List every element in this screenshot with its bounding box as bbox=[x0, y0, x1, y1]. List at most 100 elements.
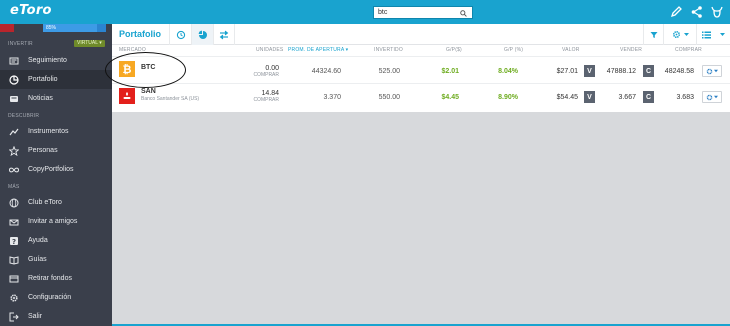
col-header-sell[interactable]: VENDER bbox=[620, 47, 642, 53]
sidebar-item-instrumentos[interactable]: Instrumentos bbox=[0, 122, 112, 141]
invite-icon bbox=[9, 217, 19, 227]
tab-history[interactable] bbox=[169, 24, 191, 45]
trend-icon bbox=[9, 127, 19, 137]
bull-icon[interactable] bbox=[710, 5, 724, 19]
search-icon[interactable] bbox=[460, 10, 467, 17]
infinity-icon bbox=[9, 165, 19, 175]
view-list-dropdown[interactable] bbox=[696, 24, 730, 45]
table-row[interactable]: ₿ BTC 0.00 COMPRAR 44324.60 525.00 $2.01… bbox=[112, 56, 730, 83]
asset-full-name: Banco Santander SA (US) bbox=[141, 96, 200, 102]
buy-price[interactable]: 48248.58 bbox=[665, 68, 694, 75]
invested-value: 550.00 bbox=[378, 94, 400, 101]
section-invest: INVERTIR bbox=[8, 41, 33, 47]
current-value: $54.45 bbox=[556, 94, 578, 101]
annotation-ellipse bbox=[105, 52, 186, 88]
progress-text: 85% bbox=[46, 25, 57, 31]
sidebar-item-noticias[interactable]: Noticias bbox=[0, 89, 112, 108]
sidebar-item-seguimiento[interactable]: Seguimiento bbox=[0, 51, 112, 70]
table-row[interactable]: SAN Banco Santander SA (US) 14.84 COMPRA… bbox=[112, 83, 730, 110]
units-sub: COMPRAR bbox=[253, 97, 279, 103]
col-header-invested[interactable]: INVERTIDO bbox=[374, 47, 403, 53]
sell-button[interactable]: V bbox=[584, 91, 595, 103]
col-header-buy[interactable]: COMPRAR bbox=[675, 47, 702, 53]
col-header-pl-pct[interactable]: G/P (%) bbox=[504, 47, 523, 53]
top-bar: eToro btc bbox=[0, 0, 730, 24]
share-icon[interactable] bbox=[690, 5, 704, 19]
pl-value: $4.45 bbox=[441, 94, 459, 101]
wallet-icon bbox=[9, 274, 19, 284]
sidebar-item-retirar-fondos[interactable]: Retirar fondos bbox=[0, 269, 112, 288]
edit-pencil-icon[interactable] bbox=[669, 5, 683, 19]
asset-symbol[interactable]: SAN bbox=[141, 88, 156, 95]
current-value: $27.01 bbox=[556, 68, 578, 75]
chevron-down-icon bbox=[683, 33, 689, 36]
sidebar-item-copyportfolios[interactable]: CopyPortfolios bbox=[0, 160, 112, 179]
logout-icon bbox=[9, 312, 19, 322]
row-settings-button[interactable] bbox=[702, 65, 722, 77]
sidebar-item-label: Configuración bbox=[28, 294, 72, 301]
section-discover: DESCUBRIR bbox=[8, 113, 40, 119]
sidebar-item-guias[interactable]: Guías bbox=[0, 250, 112, 269]
sidebar-item-configuracion[interactable]: Configuración bbox=[0, 288, 112, 307]
sidebar-item-label: Instrumentos bbox=[28, 128, 69, 135]
svg-text:?: ? bbox=[12, 238, 16, 246]
etoro-logo[interactable]: eToro bbox=[10, 3, 52, 18]
avatar[interactable] bbox=[0, 24, 14, 32]
section-more: MÁS bbox=[8, 184, 20, 190]
virtual-mode-dropdown[interactable]: VIRTUAL ▾ bbox=[74, 40, 105, 47]
help-icon: ? bbox=[9, 236, 19, 246]
sell-price[interactable]: 3.667 bbox=[618, 94, 636, 101]
globe-icon bbox=[9, 198, 19, 208]
pie-chart-icon bbox=[198, 30, 207, 39]
star-icon bbox=[9, 145, 19, 156]
newspaper-icon bbox=[9, 56, 19, 66]
pl-value: $2.01 bbox=[441, 68, 459, 75]
sidebar-item-label: Retirar fondos bbox=[28, 275, 72, 282]
sidebar-item-label: Guías bbox=[28, 256, 47, 263]
buy-button[interactable]: C bbox=[643, 91, 654, 103]
col-header-units[interactable]: UNIDADES bbox=[256, 47, 283, 53]
sidebar-item-label: Seguimiento bbox=[28, 57, 67, 64]
search-input[interactable]: btc bbox=[373, 6, 473, 19]
row-settings-button[interactable] bbox=[702, 91, 722, 103]
sidebar-item-label: Salir bbox=[28, 313, 43, 320]
history-icon bbox=[176, 30, 185, 39]
sell-price[interactable]: 47888.12 bbox=[607, 68, 636, 75]
tab-transfers[interactable] bbox=[213, 24, 235, 45]
sell-button[interactable]: V bbox=[584, 65, 595, 77]
chevron-down-icon bbox=[714, 95, 718, 99]
units-value: 14.84 bbox=[261, 90, 279, 97]
sidebar-item-ayuda[interactable]: ? Ayuda bbox=[0, 231, 112, 250]
chevron-down-icon bbox=[714, 69, 718, 73]
gear-icon bbox=[9, 293, 19, 303]
page-title: Portafolio bbox=[119, 29, 161, 39]
tab-pie-chart[interactable] bbox=[191, 24, 213, 45]
account-progress-bar: 85% bbox=[43, 24, 106, 32]
open-rate-value: 3.370 bbox=[323, 94, 341, 101]
sidebar-item-personas[interactable]: Personas bbox=[0, 141, 112, 160]
sidebar-item-salir[interactable]: Salir bbox=[0, 307, 112, 326]
book-icon bbox=[9, 255, 19, 265]
sidebar-item-label: Invitar a amigos bbox=[28, 218, 78, 225]
open-rate-value: 44324.60 bbox=[311, 68, 341, 75]
chevron-down-icon bbox=[720, 33, 725, 36]
col-header-open-rate[interactable]: PROM. DE APERTURA ▾ bbox=[288, 47, 348, 53]
news-icon bbox=[9, 94, 19, 104]
settings-dropdown[interactable] bbox=[663, 24, 696, 45]
filter-button[interactable] bbox=[643, 24, 663, 45]
buy-price[interactable]: 3.683 bbox=[676, 94, 694, 101]
col-header-value[interactable]: VALOR bbox=[562, 47, 580, 53]
sidebar-item-portafolio[interactable]: Portafolio bbox=[0, 70, 112, 89]
sidebar-item-label: CopyPortfolios bbox=[28, 166, 74, 173]
sidebar-item-club-etoro[interactable]: Club eToro bbox=[0, 193, 112, 212]
pl-pct-value: 8.90% bbox=[498, 94, 518, 101]
sidebar-item-label: Noticias bbox=[28, 95, 53, 102]
filter-icon bbox=[650, 31, 657, 38]
sidebar-item-invitar[interactable]: Invitar a amigos bbox=[0, 212, 112, 231]
gear-icon bbox=[706, 94, 713, 100]
sidebar: 85% INVERTIR VIRTUAL ▾ Seguimiento Porta… bbox=[0, 24, 112, 326]
col-header-pl[interactable]: G/P($) bbox=[446, 47, 462, 53]
sidebar-item-label: Portafolio bbox=[28, 76, 58, 83]
buy-button[interactable]: C bbox=[643, 65, 654, 77]
portfolio-header: Portafolio bbox=[112, 24, 730, 45]
